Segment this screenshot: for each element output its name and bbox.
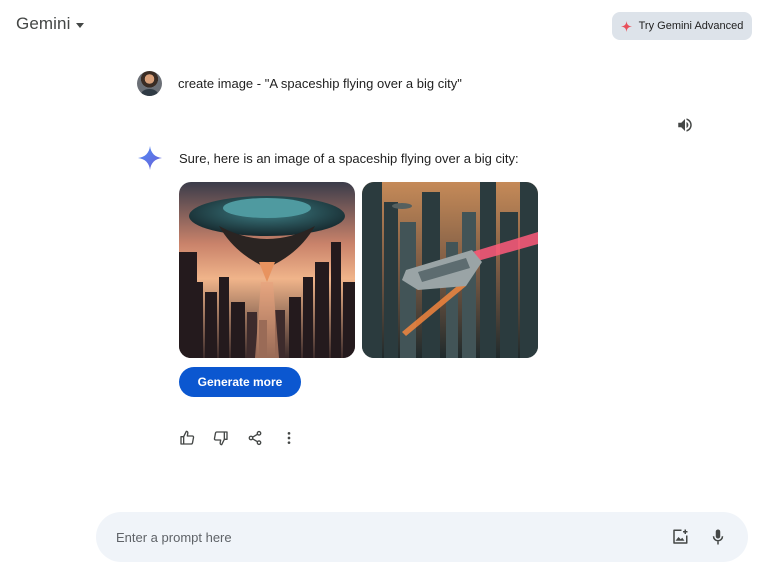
user-prompt-text: create image - "A spaceship flying over …	[178, 76, 462, 91]
user-message: create image - "A spaceship flying over …	[137, 71, 462, 96]
try-advanced-label: Try Gemini Advanced	[638, 20, 744, 32]
avatar	[137, 71, 162, 96]
try-advanced-button[interactable]: Try Gemini Advanced	[612, 12, 752, 40]
response-actions	[178, 429, 298, 447]
prompt-input[interactable]	[116, 529, 652, 545]
gemini-star-icon	[138, 146, 162, 170]
add-image-icon[interactable]	[670, 527, 690, 547]
thumbs-down-icon[interactable]	[212, 429, 230, 447]
prompt-bar	[96, 512, 748, 562]
generated-image-2[interactable]	[362, 182, 538, 358]
model-switcher[interactable]: Gemini	[16, 14, 85, 34]
generate-more-button[interactable]: Generate more	[179, 367, 301, 397]
caret-down-icon	[76, 22, 85, 28]
thumbs-up-icon[interactable]	[178, 429, 196, 447]
sparkle-icon	[620, 20, 632, 32]
generated-image-1[interactable]	[179, 182, 355, 358]
more-vert-icon[interactable]	[280, 429, 298, 447]
response-text: Sure, here is an image of a spaceship fl…	[179, 151, 519, 166]
microphone-icon[interactable]	[708, 527, 728, 547]
share-icon[interactable]	[246, 429, 264, 447]
speaker-icon[interactable]	[676, 116, 694, 134]
app-title: Gemini	[16, 14, 71, 33]
